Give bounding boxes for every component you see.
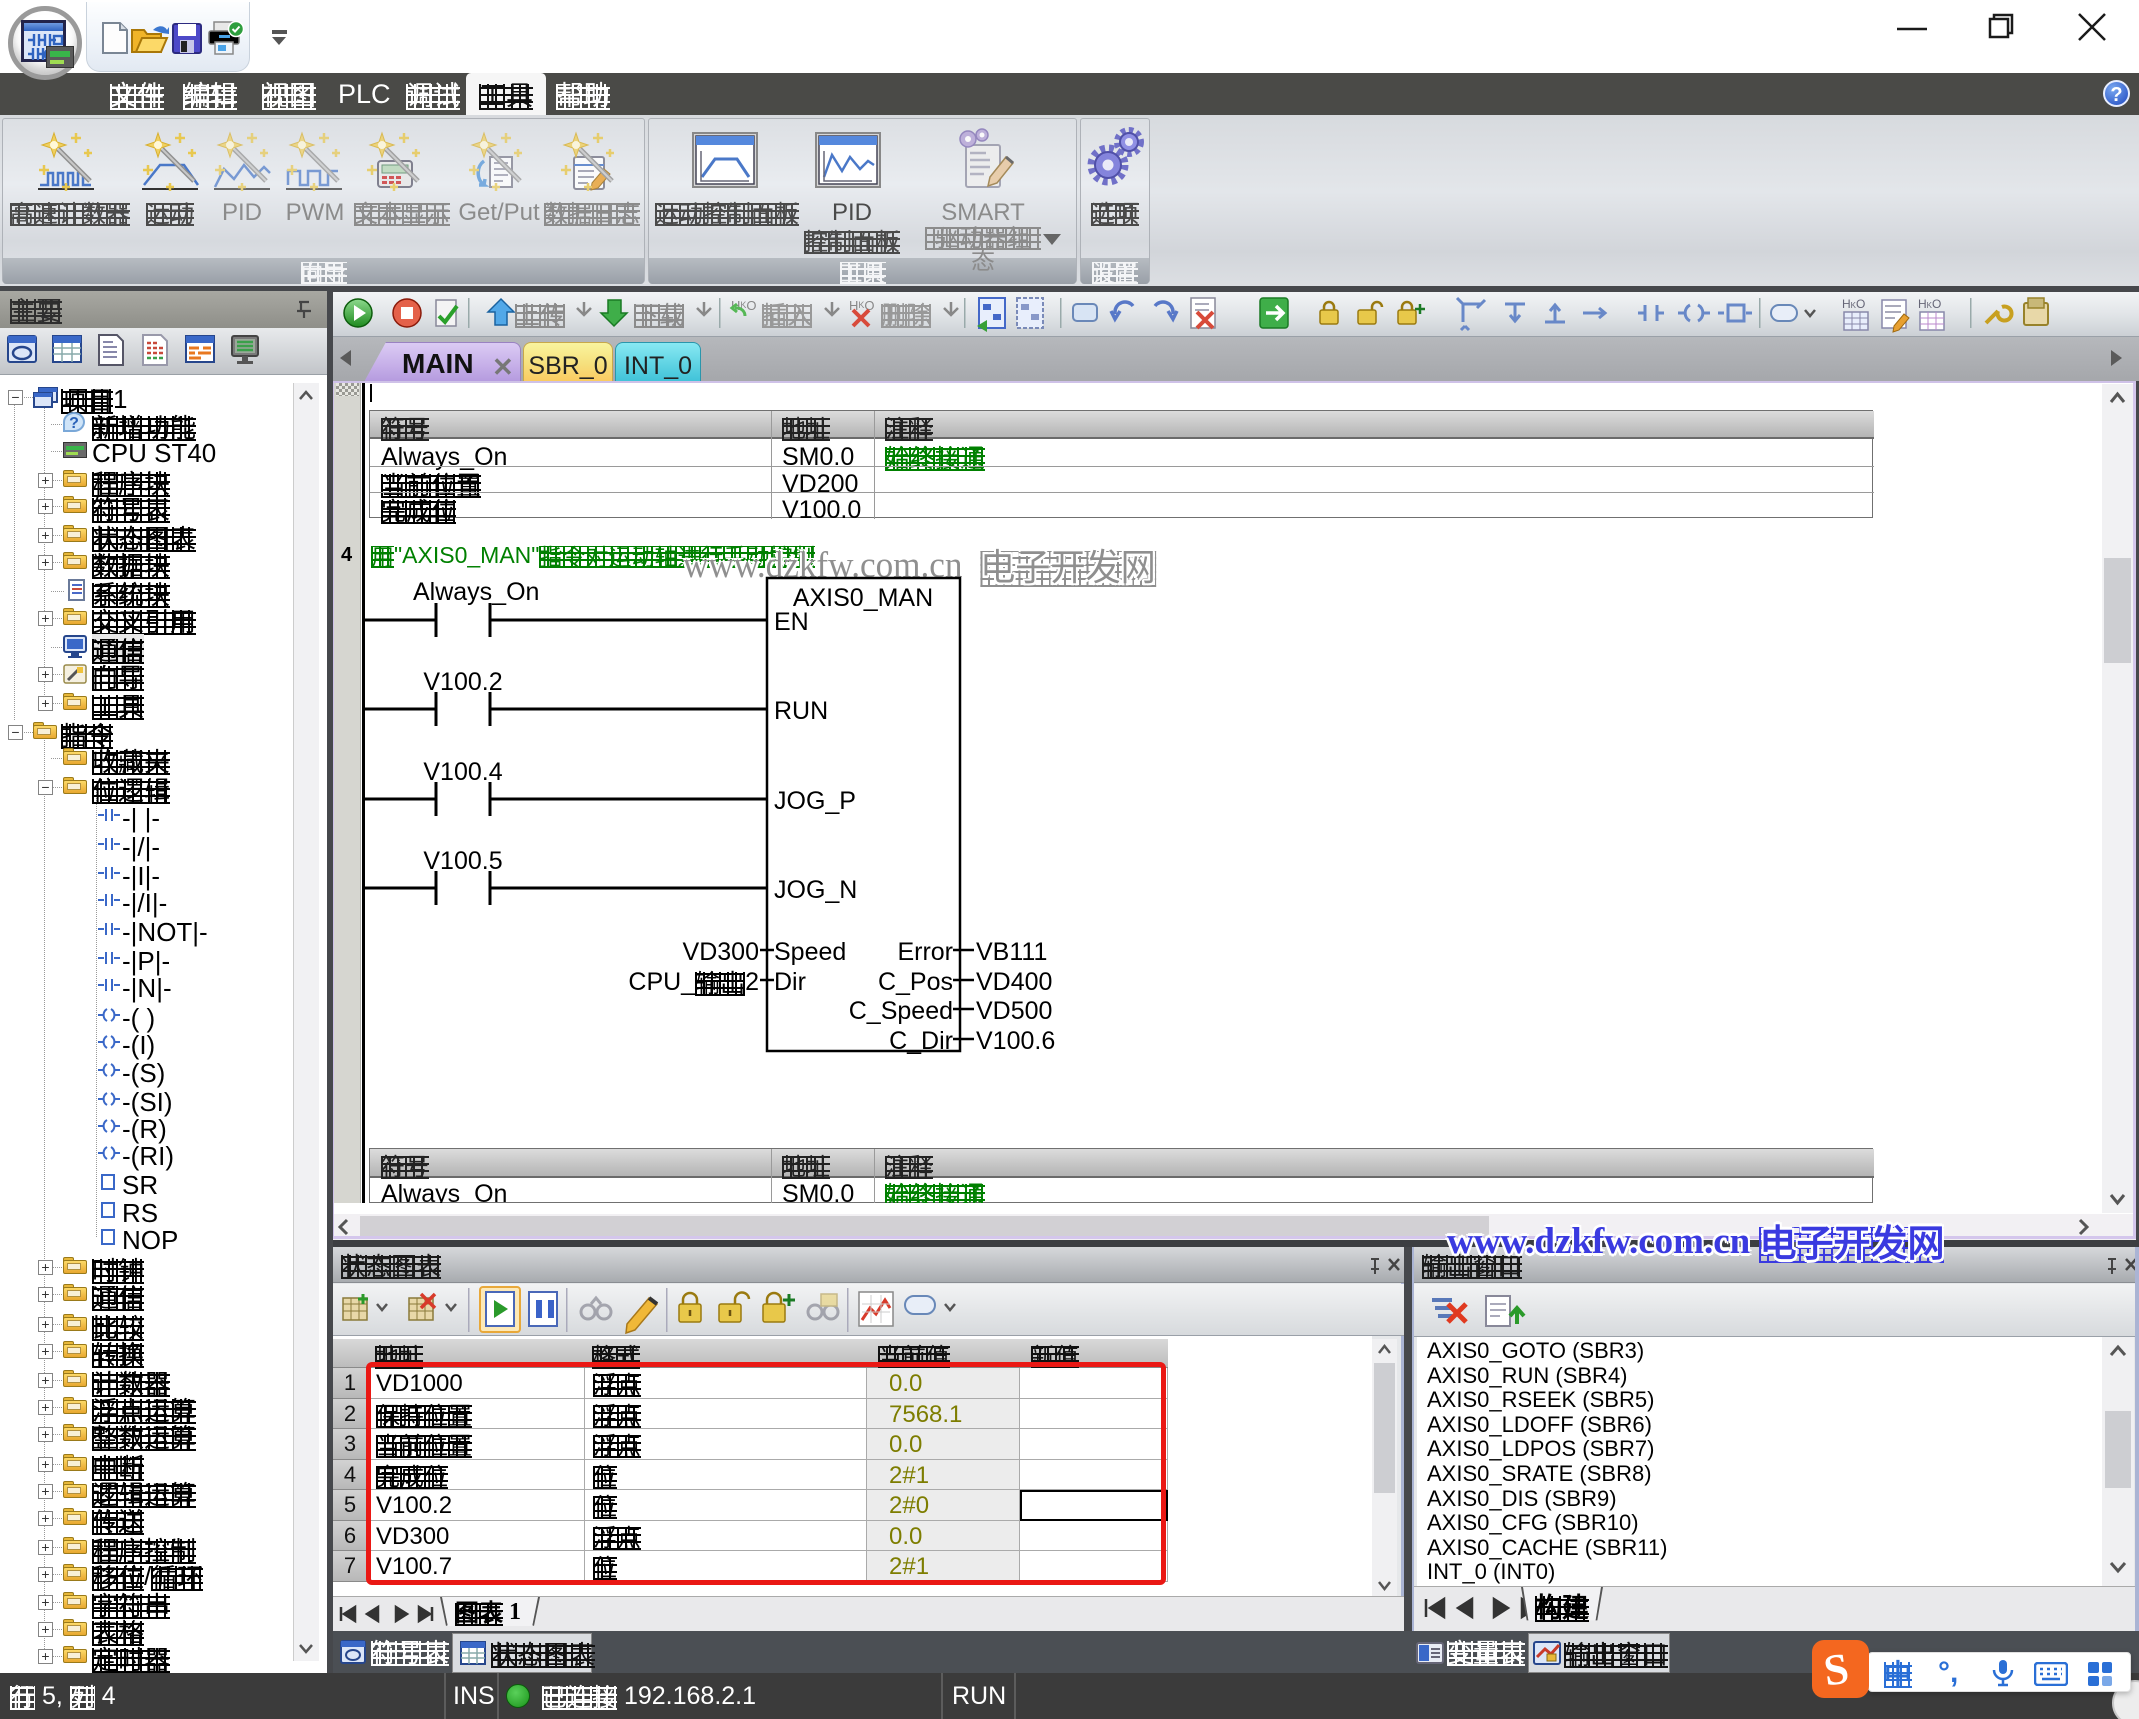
svg-text:HKO: HKO: [1918, 297, 1941, 311]
svg-text:HKO: HKO: [1842, 297, 1865, 311]
